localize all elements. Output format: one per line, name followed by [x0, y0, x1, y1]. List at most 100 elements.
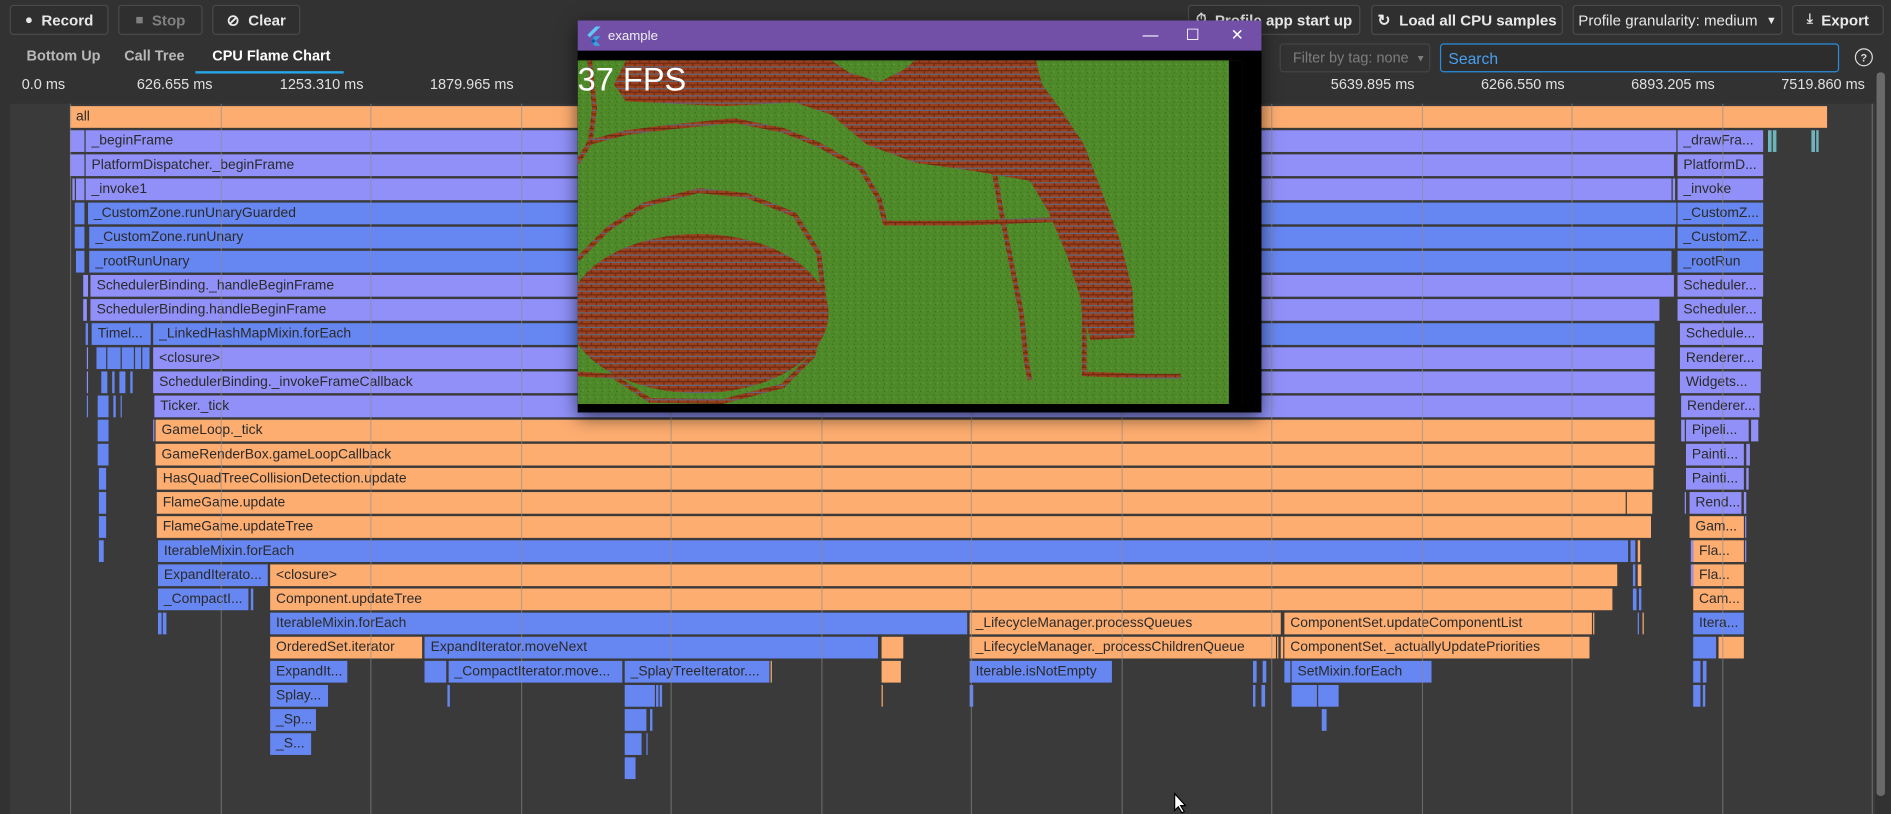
- close-icon[interactable]: ✕: [1225, 25, 1249, 44]
- flame-node[interactable]: OrderedSet.iterator: [270, 636, 423, 659]
- flame-node[interactable]: [1745, 467, 1749, 490]
- flame-node[interactable]: [162, 612, 167, 635]
- flame-node[interactable]: [650, 709, 653, 731]
- flame-node[interactable]: [447, 685, 450, 707]
- flame-node[interactable]: GameLoop._tick: [155, 419, 1655, 442]
- flame-node[interactable]: [75, 250, 85, 273]
- flame-node[interactable]: FlameGame.update: [156, 492, 1626, 514]
- flame-node[interactable]: [1811, 130, 1815, 152]
- flame-node[interactable]: [83, 299, 87, 321]
- flame-node[interactable]: Cam...: [1692, 588, 1744, 611]
- clear-button[interactable]: ⊘ Clear: [212, 4, 301, 35]
- flame-node[interactable]: [135, 347, 142, 370]
- flame-node[interactable]: [86, 371, 88, 394]
- flame-node[interactable]: Pipeli...: [1685, 419, 1749, 442]
- flame-node[interactable]: IterableMixin.forEach: [270, 612, 967, 635]
- flame-node[interactable]: _drawFra...: [1677, 130, 1763, 152]
- flame-node[interactable]: [121, 347, 134, 370]
- flame-node[interactable]: [1632, 588, 1637, 611]
- tab-cpu-flame-chart[interactable]: CPU Flame Chart: [212, 47, 330, 64]
- flame-node[interactable]: FlameGame.updateTree: [156, 516, 1651, 538]
- flame-node[interactable]: [1284, 660, 1291, 683]
- flame-node[interactable]: IterableMixin.forEach: [157, 540, 1629, 562]
- flame-node[interactable]: [1280, 636, 1284, 659]
- flame-node[interactable]: ComponentSet._actuallyUpdatePriorities: [1284, 636, 1590, 659]
- flame-node[interactable]: Rend...: [1689, 492, 1742, 514]
- help-icon[interactable]: ?: [1854, 48, 1873, 67]
- flame-node[interactable]: _LifecycleManager.processQueues: [969, 612, 1281, 635]
- flame-node[interactable]: ExpandIt...: [270, 660, 348, 683]
- flame-node[interactable]: Schedule...: [1679, 323, 1763, 345]
- minimize-icon[interactable]: —: [1138, 25, 1162, 43]
- flame-node[interactable]: [624, 757, 636, 780]
- flame-node[interactable]: [1672, 178, 1676, 201]
- app-window[interactable]: example — ☐ ✕ 37 FPS: [577, 20, 1262, 413]
- flame-node[interactable]: _rootRun: [1677, 250, 1763, 273]
- flame-node[interactable]: [119, 371, 126, 394]
- flame-node[interactable]: [881, 685, 883, 707]
- flame-node[interactable]: Fla...: [1692, 564, 1744, 587]
- flame-node[interactable]: [1745, 443, 1750, 466]
- flame-node[interactable]: _CustomZ...: [1677, 202, 1763, 225]
- flame-node[interactable]: Splay...: [270, 685, 328, 707]
- flame-node[interactable]: [770, 660, 772, 683]
- flame-node[interactable]: <closure>: [270, 564, 1618, 587]
- tab-bottom-up[interactable]: Bottom Up: [27, 47, 101, 64]
- flame-node[interactable]: Renderer...: [1680, 395, 1760, 418]
- flame-node[interactable]: [1702, 685, 1706, 707]
- flame-node[interactable]: [1318, 685, 1339, 707]
- flame-node[interactable]: _CompactI...: [157, 588, 249, 611]
- flame-node[interactable]: [881, 636, 904, 659]
- flame-node[interactable]: [1680, 419, 1685, 442]
- flame-node[interactable]: PlatformD...: [1677, 154, 1763, 177]
- flame-node[interactable]: [1253, 660, 1257, 683]
- flame-node[interactable]: [112, 371, 115, 394]
- flame-node[interactable]: Timel...: [91, 323, 151, 345]
- flame-node[interactable]: [624, 733, 642, 755]
- record-button[interactable]: ● Record: [9, 4, 109, 35]
- flame-node[interactable]: [250, 588, 254, 611]
- flame-node[interactable]: Painti...: [1685, 467, 1744, 490]
- flame-node[interactable]: [1750, 419, 1758, 442]
- flame-node[interactable]: _Sp...: [270, 709, 317, 731]
- flame-node[interactable]: Scheduler...: [1677, 274, 1763, 297]
- flame-node[interactable]: Itera...: [1692, 612, 1744, 635]
- flame-node[interactable]: [1642, 612, 1644, 635]
- flame-node[interactable]: [97, 443, 109, 466]
- flame-node[interactable]: [1743, 492, 1746, 514]
- flame-node[interactable]: [646, 733, 648, 755]
- flame-node[interactable]: [96, 347, 107, 370]
- flame-node[interactable]: [98, 492, 107, 514]
- flame-node[interactable]: [1692, 685, 1701, 707]
- flame-node[interactable]: [1744, 516, 1746, 538]
- flame-node[interactable]: [157, 612, 162, 635]
- flame-node[interactable]: [120, 395, 122, 418]
- flame-node[interactable]: [624, 685, 655, 707]
- flame-node[interactable]: [1767, 130, 1772, 152]
- flame-node[interactable]: [1744, 540, 1746, 562]
- maximize-icon[interactable]: ☐: [1181, 25, 1205, 44]
- flame-node[interactable]: [1261, 685, 1266, 707]
- flame-node[interactable]: HasQuadTreeCollisionDetection.update: [156, 467, 1654, 490]
- flame-node[interactable]: [1638, 588, 1642, 611]
- flame-node[interactable]: [107, 347, 121, 370]
- export-button[interactable]: ⤓ Export: [1792, 4, 1884, 35]
- flame-node[interactable]: SetMixin.forEach: [1291, 660, 1432, 683]
- flame-node[interactable]: Component.updateTree: [270, 588, 1613, 611]
- flame-node[interactable]: ExpandIterator.moveNext: [424, 636, 878, 659]
- flame-node[interactable]: GameRenderBox.gameLoopCallback: [155, 443, 1655, 466]
- flame-node[interactable]: [1253, 685, 1256, 707]
- flame-node[interactable]: [130, 371, 133, 394]
- flame-node[interactable]: [969, 685, 974, 707]
- flame-node[interactable]: [97, 419, 109, 442]
- flame-node[interactable]: _SplayTreeIterator....: [624, 660, 770, 683]
- flame-node[interactable]: [86, 395, 88, 418]
- flame-node[interactable]: [1718, 636, 1744, 659]
- search-input[interactable]: [1439, 43, 1840, 73]
- tab-call-tree[interactable]: Call Tree: [124, 47, 184, 64]
- load-all-cpu-samples-button[interactable]: ↻ Load all CPU samples: [1371, 4, 1563, 35]
- flame-node[interactable]: [1692, 636, 1716, 659]
- flame-node[interactable]: [1692, 660, 1701, 683]
- flame-node[interactable]: [1632, 564, 1636, 587]
- flame-node[interactable]: [75, 178, 85, 201]
